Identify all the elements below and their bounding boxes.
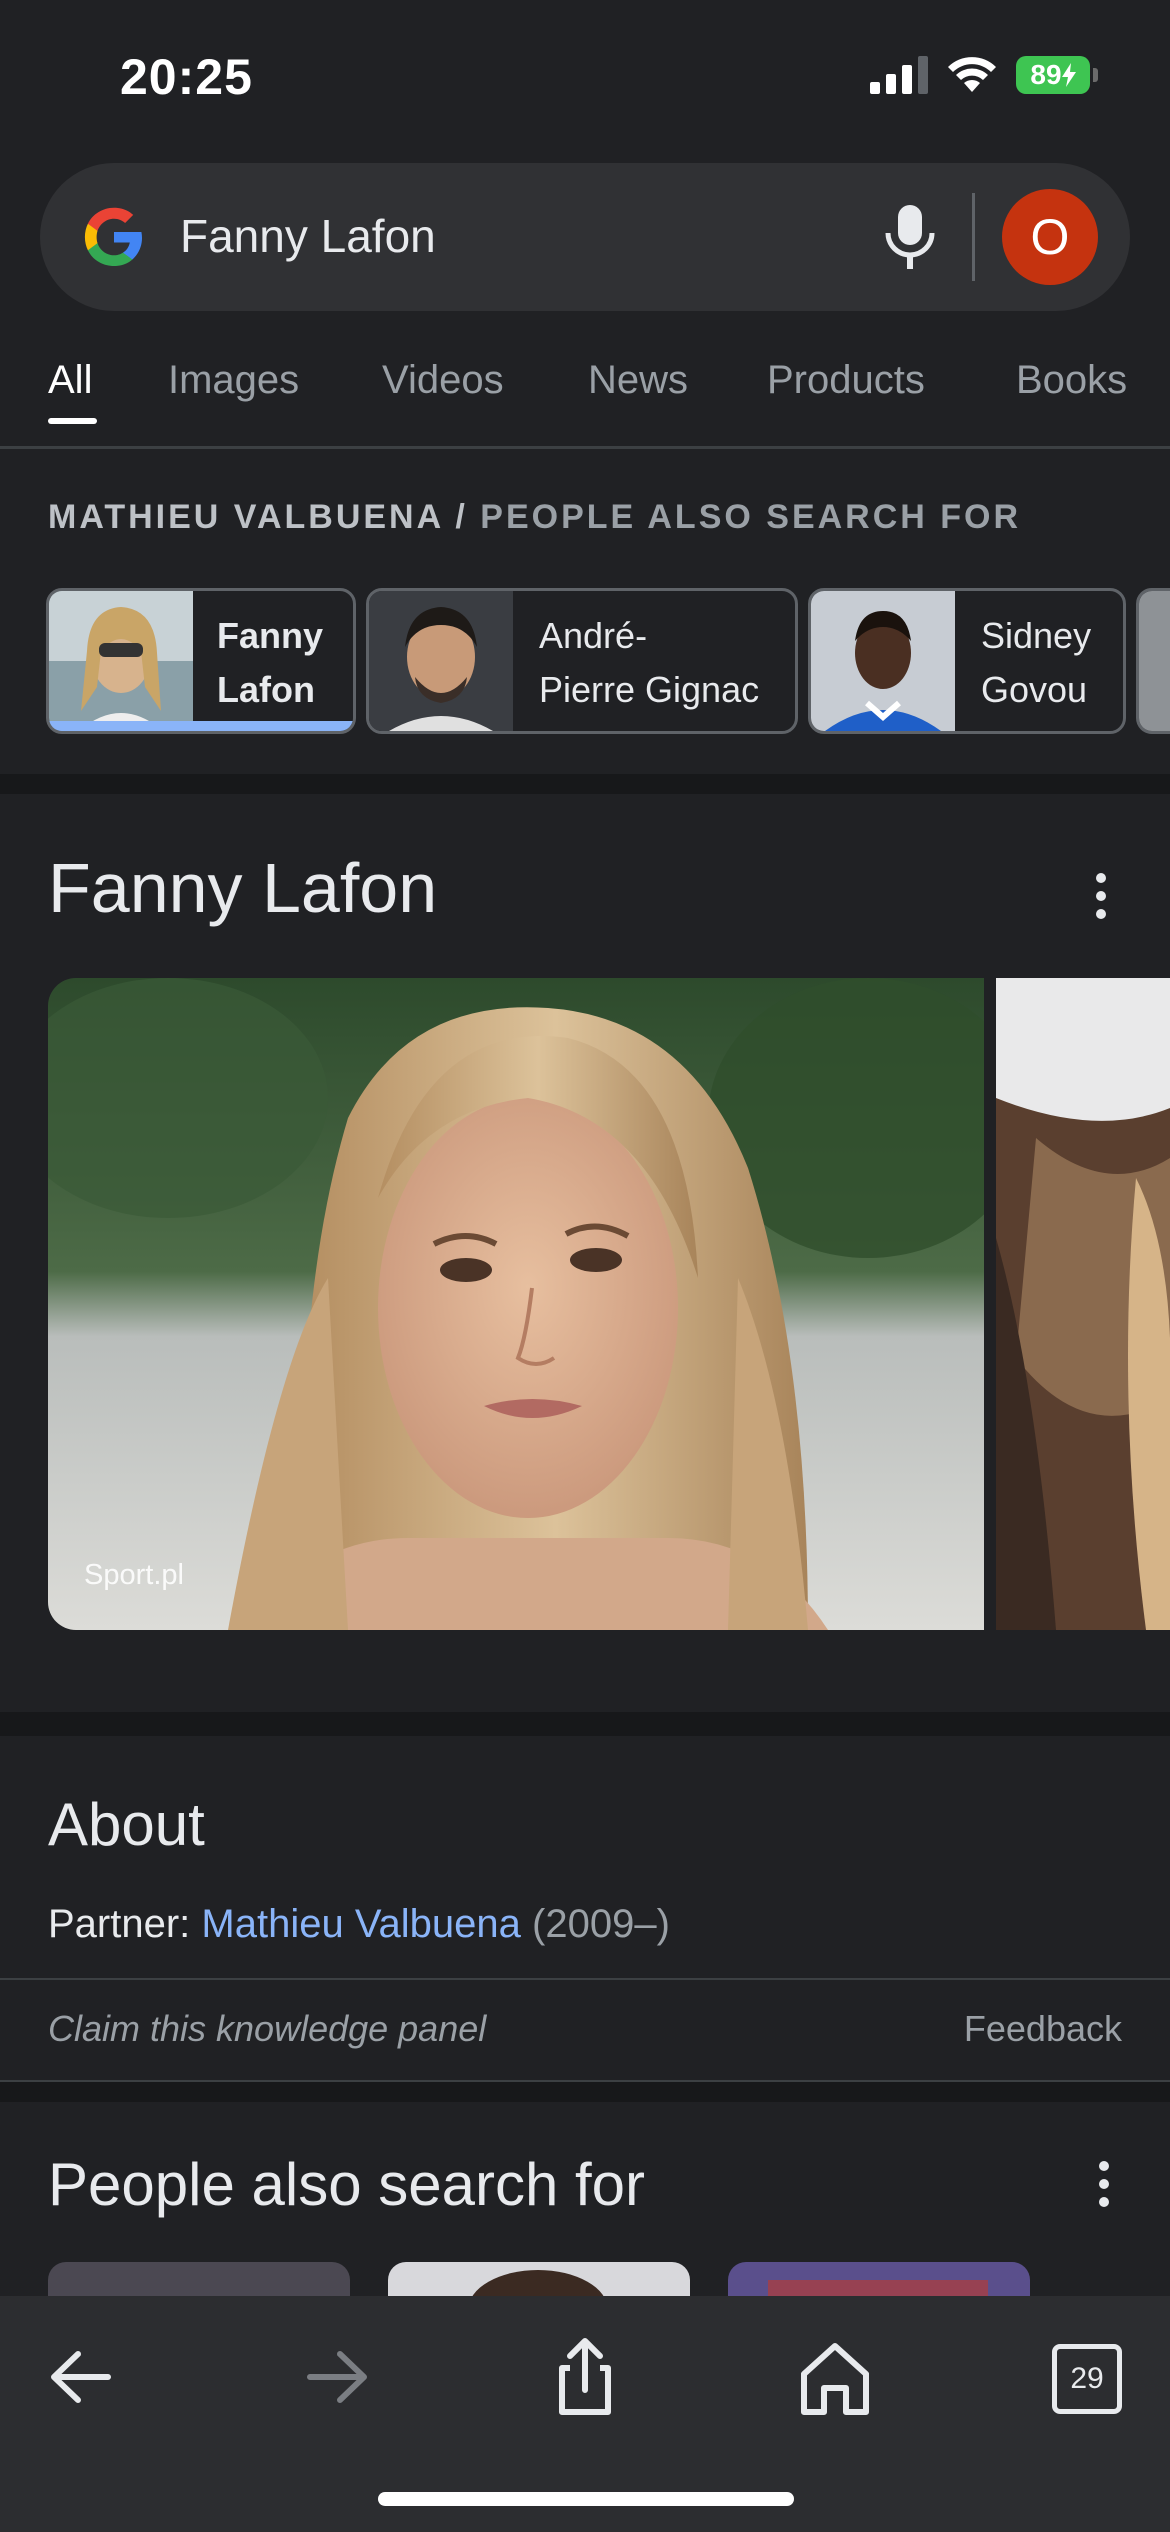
feedback-link[interactable]: Feedback <box>964 2008 1122 2050</box>
tabs-count: 29 <box>1052 2344 1122 2414</box>
google-logo-icon <box>84 207 142 266</box>
wifi-icon <box>948 57 996 92</box>
status-icons: 89 <box>870 56 1098 94</box>
partner-link[interactable]: Mathieu Valbuena <box>201 1902 521 1946</box>
breadcrumb: MATHIEU VALBUENA / PEOPLE ALSO SEARCH FO… <box>48 498 1021 537</box>
chip-sidney-govou[interactable]: Sidney Govou <box>808 588 1126 734</box>
partner-label: Partner: <box>48 1902 191 1946</box>
partner-row: Partner: Mathieu Valbuena (2009–) <box>48 1902 670 1947</box>
tabs-button[interactable]: 29 <box>1040 2332 1130 2422</box>
about-heading: About <box>48 1791 205 1858</box>
battery-indicator: 89 <box>1016 56 1098 94</box>
claim-knowledge-panel-link[interactable]: Claim this knowledge panel <box>48 2008 486 2050</box>
breadcrumb-entity[interactable]: MATHIEU VALBUENA / <box>48 498 468 536</box>
chip-thumbnail <box>49 591 193 731</box>
share-icon[interactable] <box>540 2332 630 2422</box>
image-credit: Sport.pl <box>84 1559 184 1591</box>
charging-bolt-icon <box>1061 63 1076 87</box>
secondary-image <box>996 978 1170 1630</box>
more-options-icon[interactable] <box>1094 2154 1114 2214</box>
section-divider <box>0 2082 1170 2102</box>
chip-label: André- Pierre Gignac <box>539 615 760 710</box>
home-icon[interactable] <box>790 2332 880 2422</box>
search-tabs: All Images Videos News Products Books <box>0 352 1170 446</box>
search-bar[interactable]: Fanny Lafon O <box>40 163 1130 311</box>
chip-andre-pierre-gignac[interactable]: André- Pierre Gignac <box>366 588 798 734</box>
selected-chip-indicator <box>49 721 353 731</box>
knowledge-panel-main-image[interactable]: Sport.pl <box>48 978 984 1630</box>
knowledge-panel-secondary-image[interactable] <box>996 978 1170 1630</box>
chip-partial[interactable] <box>1136 588 1170 734</box>
status-time: 20:25 <box>120 49 253 105</box>
search-divider <box>972 193 975 281</box>
back-arrow-icon[interactable] <box>38 2332 128 2422</box>
row-divider <box>0 1978 1170 1980</box>
tab-videos[interactable]: Videos <box>382 358 504 403</box>
microphone-icon[interactable] <box>880 203 940 271</box>
search-input[interactable]: Fanny Lafon <box>180 209 436 263</box>
forward-arrow-icon[interactable] <box>290 2332 380 2422</box>
breadcrumb-section: PEOPLE ALSO SEARCH FOR <box>480 498 1022 536</box>
people-also-search-heading: People also search for <box>48 2151 646 2218</box>
account-avatar[interactable]: O <box>1002 189 1098 285</box>
home-indicator[interactable] <box>378 2492 794 2506</box>
tab-all[interactable]: All <box>48 358 92 403</box>
chip-label: Fanny Lafon <box>217 615 324 710</box>
chip-thumbnail <box>811 591 955 731</box>
chip-fanny-lafon[interactable]: Fanny Lafon <box>46 588 356 734</box>
battery-level: 89 <box>1030 59 1062 90</box>
chip-label: Sidney Govou <box>981 615 1092 710</box>
knowledge-panel-title: Fanny Lafon <box>48 849 438 927</box>
active-tab-indicator <box>48 418 97 424</box>
chip-thumbnail <box>369 591 513 731</box>
tab-products[interactable]: Products <box>767 358 925 403</box>
cellular-signal-icon <box>870 56 928 94</box>
tab-books[interactable]: Books <box>1016 358 1127 403</box>
portrait-image <box>48 978 984 1630</box>
section-divider <box>0 1712 1170 1736</box>
tab-news[interactable]: News <box>588 358 688 403</box>
section-divider <box>0 774 1170 794</box>
tabs-divider <box>0 446 1170 449</box>
more-options-icon[interactable] <box>1091 866 1111 926</box>
partner-years: (2009–) <box>532 1902 670 1946</box>
tab-images[interactable]: Images <box>168 358 299 403</box>
